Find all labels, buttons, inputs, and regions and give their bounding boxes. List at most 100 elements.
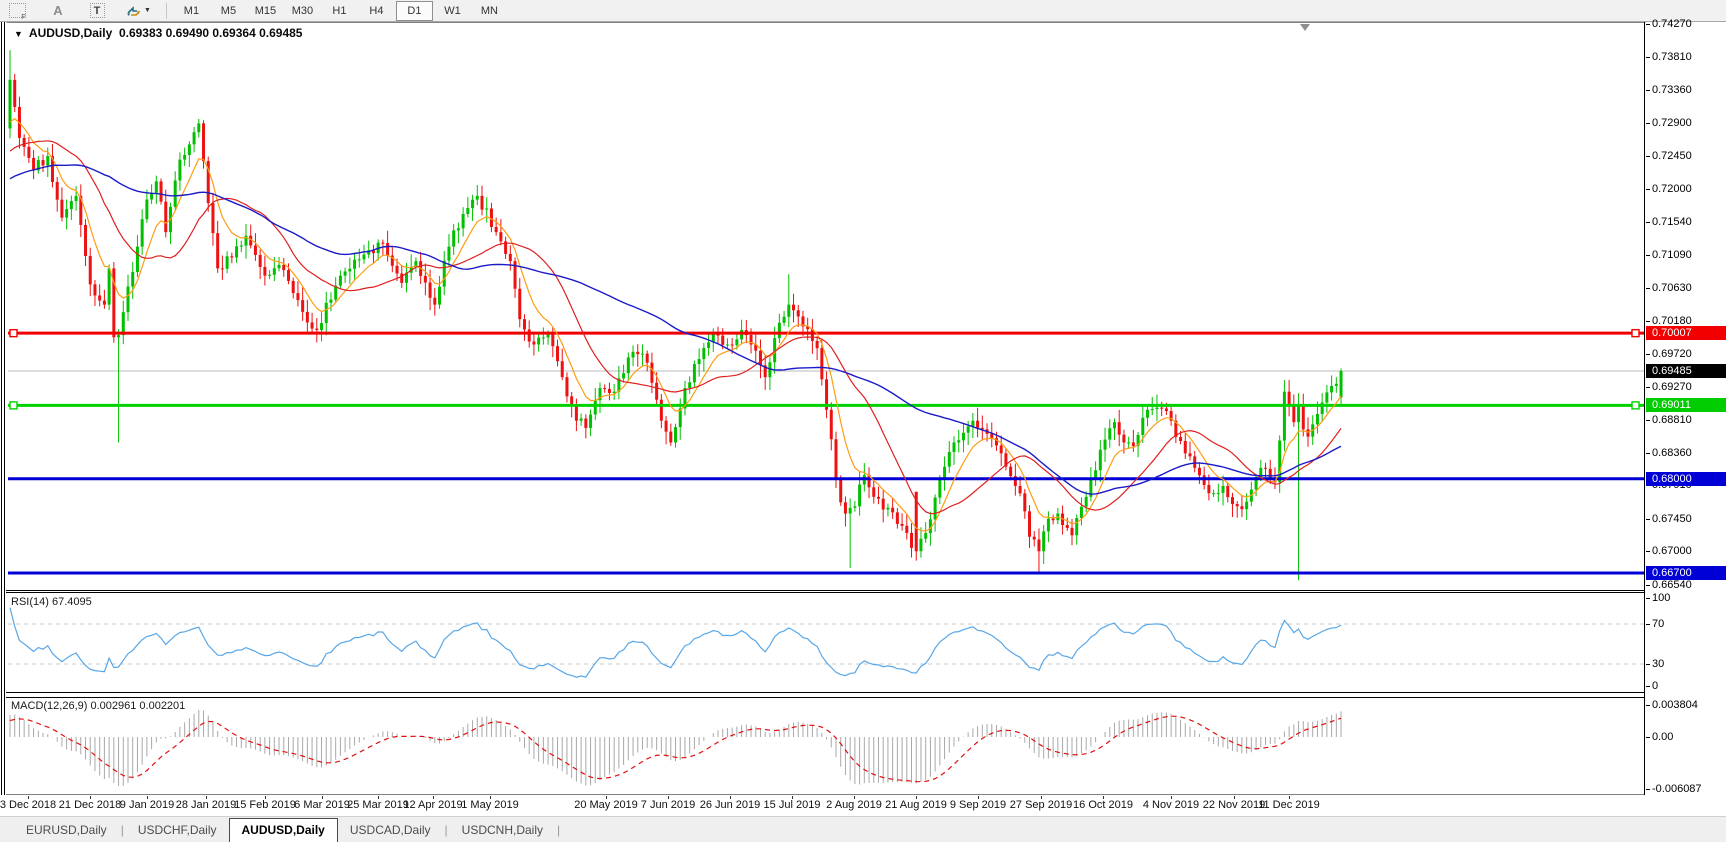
tab-usdcnh[interactable]: USDCNH,Daily	[450, 819, 555, 842]
tab-usdcad[interactable]: USDCAD,Daily	[338, 819, 443, 842]
price-tick-mark	[1646, 387, 1650, 388]
arrow-text-a-button[interactable]: A	[44, 2, 72, 20]
top-toolbar: F A T ▼ M1M5M15M30H1H4D1W1MN	[0, 0, 1726, 22]
date-tick-label: 22 Nov 2019	[1203, 799, 1265, 811]
tab-usdchf[interactable]: USDCHF,Daily	[126, 819, 229, 842]
date-tick-label: 28 Jan 2019	[176, 799, 237, 811]
price-tick-mark	[1646, 519, 1650, 520]
price-badge-0.68000: 0.68000	[1646, 472, 1726, 486]
price-axis[interactable]: 0.742700.738100.733600.729000.724500.720…	[1646, 22, 1726, 795]
symbol-caret-icon[interactable]: ▼	[14, 29, 23, 39]
price-badge-0.66700: 0.66700	[1646, 566, 1726, 580]
timeframe-button-m15[interactable]: M15	[248, 2, 283, 20]
timeframe-button-group: M1M5M15M30H1H4D1W1MN	[173, 1, 508, 21]
tab-separator: |	[555, 819, 562, 842]
macd-tick-mark	[1646, 789, 1650, 790]
hline-handle[interactable]	[10, 402, 17, 409]
toolbar-separator	[166, 3, 167, 19]
price-tick-label: 0.74270	[1652, 18, 1692, 30]
price-tick-mark	[1646, 156, 1650, 157]
rsi-axis-label: 0	[1652, 680, 1658, 692]
rsi-indicator-label: RSI(14) 67.4095	[11, 596, 92, 608]
hline-handle[interactable]	[1632, 330, 1639, 337]
price-tick-label: 0.68360	[1652, 447, 1692, 459]
timeframe-button-m5[interactable]: M5	[211, 2, 246, 20]
candlestick-chart-svg	[6, 22, 1646, 795]
date-tick-label: 15 Jul 2019	[764, 799, 821, 811]
date-tick-label: 25 Mar 2019	[347, 799, 409, 811]
price-tick-label: 0.70630	[1652, 282, 1692, 294]
price-badge-0.69011: 0.69011	[1646, 398, 1726, 412]
rsi-axis-label: 70	[1652, 618, 1664, 630]
timeframe-button-h4[interactable]: H4	[359, 2, 394, 20]
price-tick-label: 0.72900	[1652, 117, 1692, 129]
timeframe-button-m30[interactable]: M30	[285, 2, 320, 20]
price-badge-0.70007: 0.70007	[1646, 326, 1726, 340]
rsi-tick-mark	[1646, 598, 1650, 599]
date-tick-label: 26 Jun 2019	[700, 799, 761, 811]
tab-eurusd[interactable]: EURUSD,Daily	[14, 819, 119, 842]
date-tick-label: 4 Nov 2019	[1143, 799, 1199, 811]
main-price-pane[interactable]	[6, 22, 1645, 590]
price-tick-mark	[1646, 123, 1650, 124]
hline-handle[interactable]	[10, 330, 17, 337]
price-tick-mark	[1646, 585, 1650, 586]
macd-axis-label: 0.00	[1652, 731, 1673, 743]
price-tick-label: 0.67450	[1652, 513, 1692, 525]
chart-title-symbol: AUDUSD,Daily	[29, 26, 112, 40]
price-tick-label: 0.73810	[1652, 51, 1692, 63]
date-tick-label: 21 Aug 2019	[885, 799, 947, 811]
price-tick-mark	[1646, 453, 1650, 454]
price-tick-mark	[1646, 354, 1650, 355]
price-tick-label: 0.71540	[1652, 216, 1692, 228]
price-tick-label: 0.73360	[1652, 84, 1692, 96]
chart-area[interactable]	[6, 22, 1646, 795]
date-tick-label: 3 Dec 2018	[0, 799, 56, 811]
price-tick-label: 0.70180	[1652, 315, 1692, 327]
date-tick-label: 7 Jun 2019	[641, 799, 695, 811]
date-tick-label: 27 Sep 2019	[1010, 799, 1072, 811]
timeframe-button-w1[interactable]: W1	[435, 2, 470, 20]
date-tick-label: 12 Apr 2019	[403, 799, 462, 811]
text-tool-button[interactable]: T	[83, 2, 111, 20]
macd-axis-label: -0.006087	[1652, 783, 1702, 795]
price-tick-label: 0.66540	[1652, 579, 1692, 591]
timeframe-button-d1[interactable]: D1	[396, 1, 433, 21]
date-tick-label: 21 Dec 2018	[59, 799, 121, 811]
date-tick-label: 6 Mar 2019	[294, 799, 350, 811]
rsi-pane[interactable]	[6, 592, 1645, 692]
date-tick-label: 9 Sep 2019	[950, 799, 1006, 811]
macd-tick-mark	[1646, 705, 1650, 706]
frame-select-tool-button[interactable]: F	[3, 2, 31, 20]
rsi-tick-mark	[1646, 664, 1650, 665]
tab-separator: |	[119, 819, 126, 842]
chart-title-ohlc: 0.69383 0.69490 0.69364 0.69485	[119, 26, 303, 40]
price-tick-mark	[1646, 222, 1650, 223]
price-tick-mark	[1646, 288, 1650, 289]
macd-indicator-label: MACD(12,26,9) 0.002961 0.002201	[11, 700, 185, 712]
tab-audusd[interactable]: AUDUSD,Daily	[229, 818, 338, 842]
timeframe-button-m1[interactable]: M1	[174, 2, 209, 20]
date-tick-label: 9 Jan 2019	[120, 799, 174, 811]
letter-a-icon: A	[53, 3, 62, 18]
price-tick-label: 0.72450	[1652, 150, 1692, 162]
price-badge-0.69485: 0.69485	[1646, 364, 1726, 378]
timeframe-button-h1[interactable]: H1	[322, 2, 357, 20]
dropdown-caret-icon: ▼	[144, 7, 151, 14]
macd-axis-label: 0.003804	[1652, 699, 1698, 711]
date-tick-label: 20 May 2019	[574, 799, 638, 811]
price-tick-label: 0.71090	[1652, 249, 1692, 261]
date-tick-label: 15 Feb 2019	[234, 799, 296, 811]
rsi-axis-label: 30	[1652, 658, 1664, 670]
rsi-axis-label: 100	[1652, 592, 1670, 604]
timeframe-button-mn[interactable]: MN	[472, 2, 507, 20]
window-border-left-outer	[1, 22, 2, 795]
indicators-dropdown-button[interactable]: ▼	[122, 2, 155, 20]
hline-handle[interactable]	[1632, 402, 1639, 409]
price-tick-label: 0.68810	[1652, 414, 1692, 426]
tab-separator: |	[443, 819, 450, 842]
date-tick-label: 16 Oct 2019	[1073, 799, 1133, 811]
date-axis[interactable]: 3 Dec 201821 Dec 20189 Jan 201928 Jan 20…	[6, 796, 1646, 816]
cycle-arrows-icon	[126, 4, 141, 18]
macd-pane[interactable]	[6, 697, 1645, 795]
